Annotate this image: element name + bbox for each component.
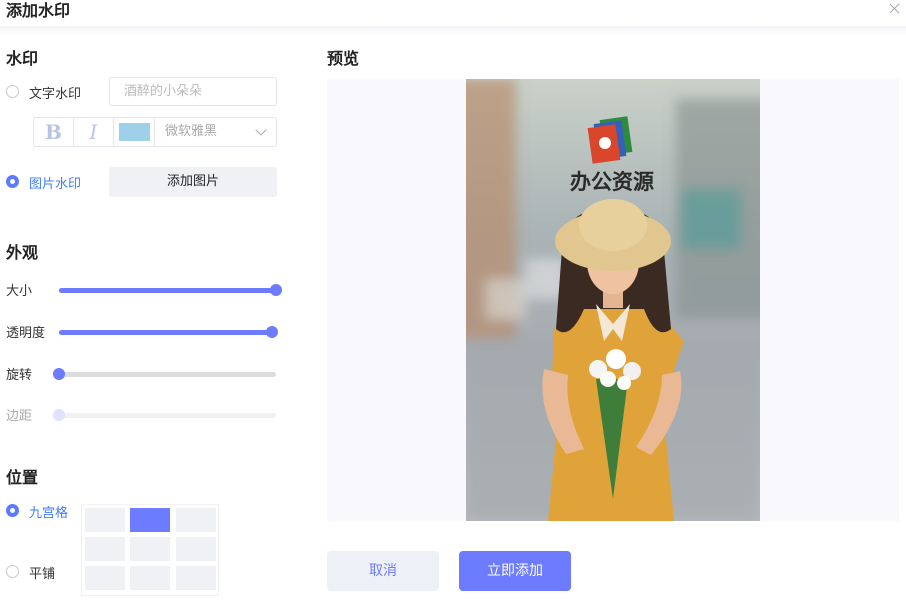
preview-photo: 办公资源 xyxy=(466,79,760,521)
text-watermark-radio[interactable] xyxy=(6,85,19,98)
size-slider[interactable] xyxy=(59,284,282,296)
chevron-down-icon xyxy=(255,124,267,136)
text-watermark-label[interactable]: 文字水印 xyxy=(29,83,81,102)
image-watermark-label[interactable]: 图片水印 xyxy=(29,173,81,192)
grid-cell-top-right[interactable] xyxy=(176,508,216,532)
grid-position-label[interactable]: 九宫格 xyxy=(29,502,68,521)
grid-cell-top-left[interactable] xyxy=(85,508,125,532)
image-watermark-radio[interactable] xyxy=(6,175,19,188)
watermark-text-input[interactable]: 酒醉的小朵朵 xyxy=(109,77,277,106)
rotation-slider-label: 旋转 xyxy=(6,368,33,383)
grid-cell-bottom-left[interactable] xyxy=(85,566,125,590)
bold-button[interactable]: B xyxy=(34,118,74,146)
close-icon[interactable] xyxy=(888,2,902,16)
size-slider-label: 大小 xyxy=(6,284,33,299)
text-color-swatch[interactable] xyxy=(119,123,150,141)
font-family-select[interactable]: 微软雅黑 xyxy=(154,118,277,146)
header-divider xyxy=(0,26,906,36)
nine-grid-position-selector xyxy=(81,504,219,596)
opacity-slider[interactable] xyxy=(59,326,278,338)
opacity-slider-label: 透明度 xyxy=(6,326,46,341)
margin-slider xyxy=(53,409,276,421)
cancel-button[interactable]: 取消 xyxy=(327,551,439,591)
grid-cell-top-center[interactable] xyxy=(130,508,170,532)
tile-position-radio[interactable] xyxy=(6,565,19,578)
add-image-button[interactable]: 添加图片 xyxy=(109,167,277,197)
tile-position-label[interactable]: 平铺 xyxy=(29,563,55,582)
margin-slider-label: 边距 xyxy=(6,409,33,424)
appearance-heading: 外观 xyxy=(6,243,39,262)
grid-cell-bottom-center[interactable] xyxy=(130,566,170,590)
grid-position-radio[interactable] xyxy=(6,504,19,517)
grid-cell-bottom-right[interactable] xyxy=(176,566,216,590)
font-family-value: 微软雅黑 xyxy=(165,124,218,139)
text-format-toolbar: B I 微软雅黑 xyxy=(33,117,277,147)
watermark-logo-text: 办公资源 xyxy=(570,170,654,194)
dialog-title: 添加水印 xyxy=(6,1,71,20)
position-heading: 位置 xyxy=(6,468,39,487)
italic-button[interactable]: I xyxy=(74,118,114,146)
watermark-heading: 水印 xyxy=(6,49,39,68)
grid-cell-middle-left[interactable] xyxy=(85,537,125,561)
preview-heading: 预览 xyxy=(327,49,360,68)
rotation-slider[interactable] xyxy=(53,368,276,380)
grid-cell-middle-center[interactable] xyxy=(130,537,170,561)
grid-cell-middle-right[interactable] xyxy=(176,537,216,561)
confirm-add-button[interactable]: 立即添加 xyxy=(459,551,571,591)
